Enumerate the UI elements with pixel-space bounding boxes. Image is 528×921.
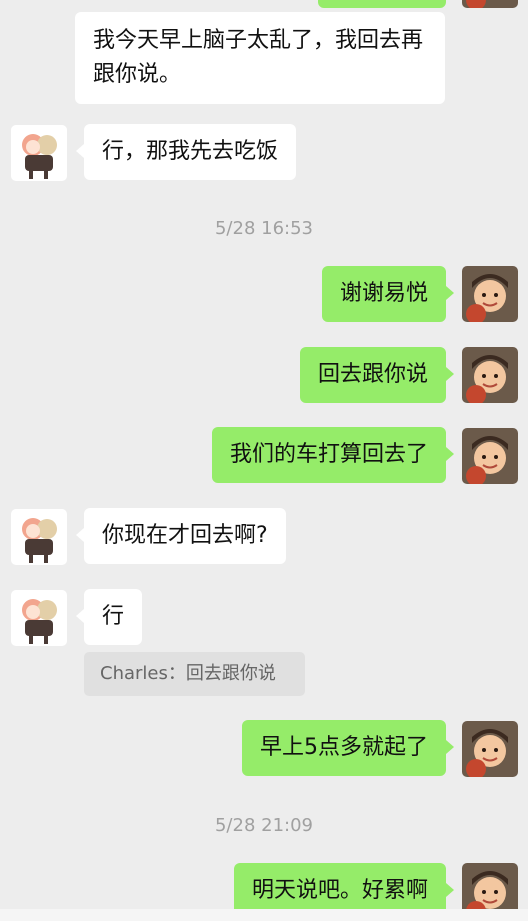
message-bubble-incoming[interactable]: 你现在才回去啊? bbox=[76, 508, 286, 564]
bottom-edge bbox=[0, 909, 528, 921]
message-text: 谢谢易悦 bbox=[339, 281, 428, 306]
boy-avatar[interactable] bbox=[462, 347, 518, 403]
boy-avatar[interactable] bbox=[462, 0, 518, 8]
anime-girl-avatar[interactable] bbox=[11, 509, 67, 565]
message-text: 我们的车打算回去了 bbox=[229, 442, 428, 467]
message-text: 行，那我先去吃饭 bbox=[102, 139, 279, 164]
message-text: 我今天早上脑子太乱了，我回去再跟你说。 bbox=[93, 28, 424, 87]
message-bubble-incoming[interactable]: 行，那我先去吃饭 bbox=[75, 124, 297, 180]
message-bubble-outgoing[interactable]: 回去跟你说 bbox=[299, 347, 455, 403]
message-bubble-outgoing[interactable]: 我们的车打算回去了 bbox=[211, 427, 455, 483]
quoted-message-text: Charles：回去跟你说 bbox=[100, 663, 276, 684]
quoted-message[interactable]: Charles：回去跟你说 bbox=[84, 652, 305, 696]
message-bubble-outgoing[interactable]: 早上5点多就起了 bbox=[242, 720, 454, 776]
message-bubble-outgoing[interactable]: 谢谢易悦 bbox=[321, 266, 455, 322]
anime-girl-avatar[interactable] bbox=[11, 125, 67, 181]
message-bubble-incoming[interactable]: 我今天早上脑子太乱了，我回去再跟你说。 bbox=[75, 12, 445, 104]
message-text: 明天说吧。好累啊 bbox=[251, 878, 428, 903]
outgoing-bubble-partial[interactable] bbox=[318, 0, 446, 8]
message-text: 你现在才回去啊? bbox=[102, 523, 268, 548]
message-text: 回去跟你说 bbox=[317, 362, 428, 387]
timestamp: 5/28 21:09 bbox=[214, 815, 313, 836]
boy-avatar[interactable] bbox=[462, 428, 518, 484]
boy-avatar[interactable] bbox=[462, 721, 518, 777]
timestamp: 5/28 16:53 bbox=[214, 218, 313, 239]
message-text: 行 bbox=[102, 604, 125, 629]
message-bubble-incoming[interactable]: 行 bbox=[75, 589, 143, 645]
anime-girl-avatar[interactable] bbox=[11, 590, 67, 646]
message-text: 早上5点多就起了 bbox=[260, 735, 428, 760]
boy-avatar[interactable] bbox=[462, 266, 518, 322]
